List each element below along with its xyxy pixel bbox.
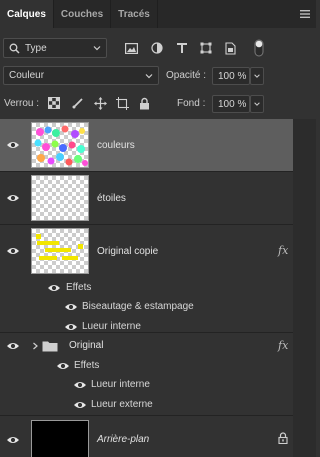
opacity-label: Opacité : [166, 70, 207, 81]
tab-label: Calques [7, 8, 46, 20]
layer-row-etoiles[interactable]: étoiles [0, 172, 293, 224]
fill-label: Fond : [177, 98, 206, 109]
tab-label: Couches [60, 8, 104, 20]
opacity-dropdown-button[interactable] [250, 67, 264, 85]
layer-name: couleurs [97, 140, 135, 151]
eye-icon[interactable] [6, 341, 20, 351]
layer-thumbnail-yellow-text [31, 228, 89, 274]
panel-menu-icon[interactable] [294, 0, 316, 28]
layers-scrollbar[interactable] [293, 119, 316, 457]
layer-name: étoiles [97, 193, 126, 204]
tab-calques[interactable]: Calques [0, 0, 54, 28]
effects-group-original-copie: Effets Biseautage & estampage Lueur inte… [0, 277, 293, 339]
text-filter-icon[interactable] [175, 41, 189, 55]
eye-icon[interactable] [6, 140, 20, 150]
layer-name: Arrière-plan [97, 434, 150, 445]
folder-icon [42, 341, 58, 352]
lock-image-pixels-icon[interactable] [71, 96, 85, 110]
effects-label: Effets [74, 360, 100, 371]
chevron-down-icon [93, 46, 101, 51]
eye-icon[interactable] [47, 283, 61, 293]
layer-row-couleurs[interactable]: couleurs [0, 119, 293, 171]
shape-filter-icon[interactable] [199, 41, 213, 55]
layer-row-original-copie[interactable]: Original copie fx [0, 225, 305, 277]
lock-artboard-icon[interactable] [115, 96, 129, 110]
layer-row-original-group[interactable]: Original fx [0, 333, 305, 359]
layer-filter-row: Type [0, 36, 316, 60]
layer-thumbnail-transparent [31, 175, 89, 221]
eye-icon[interactable] [56, 361, 70, 371]
blend-row: Couleur Opacité : 100 % [0, 66, 316, 86]
effects-label: Effets [66, 282, 92, 293]
layer-thumbnail-black [31, 420, 89, 457]
smart-object-filter-icon[interactable] [223, 41, 237, 55]
fill-dropdown-button[interactable] [250, 95, 264, 113]
lock-row: Verrou : Fond : 100 % [0, 94, 316, 114]
lock-transparent-pixels-icon[interactable] [47, 96, 61, 110]
fill-input[interactable]: 100 % [212, 95, 250, 113]
search-icon [9, 43, 20, 54]
expand-group-caret-icon[interactable] [31, 342, 39, 350]
blend-mode-value: Couleur [9, 70, 45, 81]
chevron-down-icon [145, 74, 153, 79]
blend-mode-select[interactable]: Couleur [3, 66, 159, 85]
effect-item[interactable]: Lueur interne [91, 379, 150, 390]
tab-traces[interactable]: Tracés [111, 0, 158, 28]
eye-icon[interactable] [6, 435, 20, 445]
eye-icon[interactable] [6, 246, 20, 256]
effect-item[interactable]: Lueur interne [82, 321, 141, 332]
layer-thumbnail-colors [31, 122, 89, 168]
layer-name: Original copie [97, 246, 159, 257]
tab-couches[interactable]: Couches [54, 0, 112, 28]
effect-item[interactable]: Lueur externe [91, 399, 153, 410]
eye-icon[interactable] [6, 193, 20, 203]
lock-position-icon[interactable] [93, 96, 107, 110]
effect-item[interactable]: Biseautage & estampage [82, 301, 194, 312]
fill-value: 100 % [218, 98, 247, 110]
layer-effects-fx-icon: fx [278, 244, 289, 257]
chevron-down-icon [254, 74, 260, 78]
tab-label: Tracés [118, 8, 150, 20]
filter-kind-label: Type [25, 42, 47, 54]
lock-all-icon[interactable] [137, 96, 151, 110]
eye-icon[interactable] [64, 302, 78, 312]
layer-lock-icon [278, 432, 288, 444]
filter-kind-select[interactable]: Type [3, 38, 107, 58]
eye-icon[interactable] [64, 322, 78, 332]
layer-effects-fx-icon: fx [278, 339, 289, 352]
lock-label: Verrou : [4, 98, 40, 109]
adjustment-filter-icon[interactable] [150, 41, 164, 55]
image-filter-icon[interactable] [124, 41, 138, 55]
layer-name: Original [69, 340, 104, 351]
opacity-input[interactable]: 100 % [212, 67, 250, 85]
layers-list: couleurs étoiles Original copie fx Effet… [0, 119, 316, 457]
opacity-value: 100 % [218, 70, 247, 82]
effects-group-original: Effets Lueur interne Lueur externe [0, 359, 293, 415]
layer-row-arriere-plan[interactable]: Arrière-plan [0, 416, 293, 457]
eye-icon[interactable] [73, 380, 87, 390]
eye-icon[interactable] [73, 400, 87, 410]
chevron-down-icon [254, 102, 260, 106]
panel-tab-bar: Calques Couches Tracés [0, 0, 316, 28]
filter-toggle-icon[interactable] [252, 38, 266, 58]
